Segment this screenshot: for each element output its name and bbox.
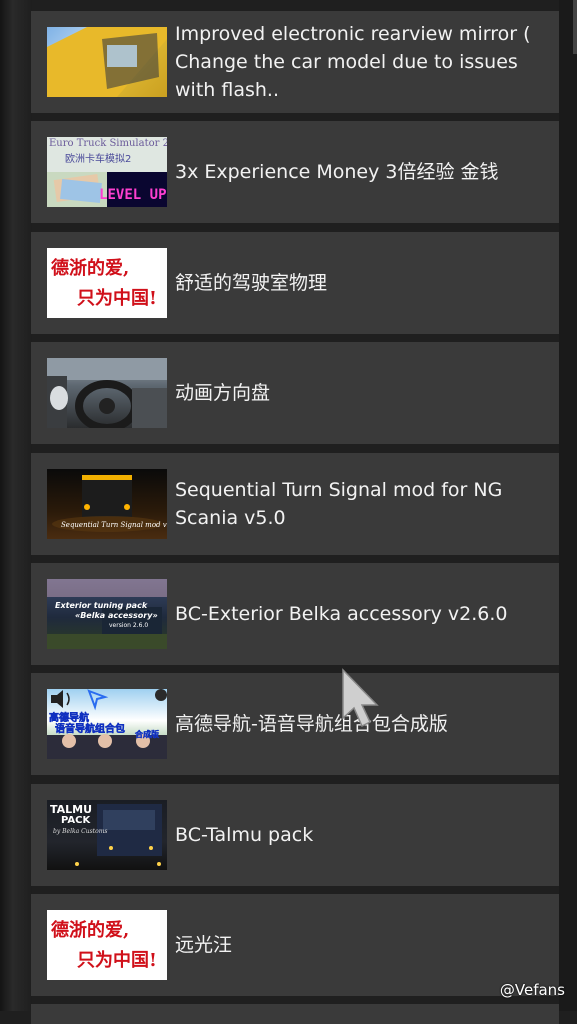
- item-title: BC-Talmu pack: [175, 824, 314, 846]
- item-thumbnail: [47, 27, 167, 97]
- item-title: BC-Exterior Belka accessory v2.6.0: [175, 603, 508, 625]
- list-item[interactable]: TALMU PACK by Belka Customs BC-Talmu pac…: [31, 784, 559, 886]
- thumb-text: Euro Truck Simulator 2: [49, 138, 167, 149]
- item-thumbnail: Sequential Turn Signal mod v5.0: [47, 469, 167, 539]
- item-thumbnail: Exterior tuning pack «Belka accessory» v…: [47, 579, 167, 649]
- item-title: 舒适的驾驶室物理: [175, 272, 328, 294]
- item-title: 3x Experience Money 3倍经验 金钱: [175, 161, 499, 183]
- item-title: 远光汪: [175, 934, 233, 956]
- background-right: [559, 0, 577, 1011]
- list-item[interactable]: Improved electronic rearview mirror ( Ch…: [31, 11, 559, 113]
- item-title: 动画方向盘: [175, 382, 271, 404]
- list-item[interactable]: 动画方向盘: [31, 342, 559, 444]
- item-title: Improved electronic rearview mirror ( Ch…: [175, 23, 531, 101]
- thumb-badge: LEVEL UP!: [99, 187, 167, 203]
- item-title: 高德导航-语音导航组合包合成版: [175, 713, 448, 735]
- item-thumbnail: [47, 358, 167, 428]
- truck-mirror-image: [47, 27, 167, 97]
- item-thumbnail: 德浙的爱, 只为中国!: [47, 248, 167, 318]
- item-thumbnail: TALMU PACK by Belka Customs: [47, 800, 167, 870]
- list-item[interactable]: 德浙的爱, 只为中国! 舒适的驾驶室物理: [31, 232, 559, 334]
- thumb-text: by Belka Customs: [53, 828, 108, 835]
- list-item[interactable]: 德浙的爱, 只为中国! 远光汪: [31, 894, 559, 996]
- thumb-text: Exterior tuning pack: [55, 601, 148, 610]
- thumb-text: 德浙的爱,: [51, 258, 130, 279]
- list-item-partial[interactable]: [31, 1004, 559, 1024]
- thumb-text: Sequential Turn Signal mod v5.0: [61, 521, 167, 529]
- thumb-text: 只为中国!: [77, 950, 157, 971]
- list-item[interactable]: LEVEL UP! Euro Truck Simulator 2 欧洲卡车模拟2…: [31, 121, 559, 223]
- thumb-text: version 2.6.0: [109, 622, 149, 629]
- thumb-text: 德浙的爱,: [51, 920, 130, 941]
- thumb-text: «Belka accessory»: [75, 611, 158, 620]
- item-thumbnail: 高德导航 语音导航组合包 合成版: [47, 689, 167, 759]
- thumb-text: PACK: [61, 815, 91, 826]
- item-thumbnail: LEVEL UP! Euro Truck Simulator 2 欧洲卡车模拟2: [47, 137, 167, 207]
- item-thumbnail: 德浙的爱, 只为中国!: [47, 910, 167, 980]
- thumb-text: 欧洲卡车模拟2: [65, 154, 132, 165]
- list-item[interactable]: Exterior tuning pack «Belka accessory» v…: [31, 563, 559, 665]
- thumb-text: 只为中国!: [77, 288, 157, 309]
- background-left: [0, 0, 32, 1011]
- item-title: Sequential Turn Signal mod for NG Scania…: [175, 479, 503, 529]
- scrollbar-thumb[interactable]: [573, 0, 577, 54]
- thumb-text: 合成版: [135, 730, 159, 739]
- list-item[interactable]: 高德导航 语音导航组合包 合成版 高德导航-语音导航组合包合成版: [31, 673, 559, 775]
- steering-wheel-image: [47, 358, 167, 428]
- mouse-cursor-icon: [342, 668, 379, 728]
- watermark: @Vefans: [499, 981, 565, 999]
- thumb-text: 语音导航组合包: [55, 724, 126, 736]
- list-item[interactable]: Sequential Turn Signal mod v5.0 Sequenti…: [31, 453, 559, 555]
